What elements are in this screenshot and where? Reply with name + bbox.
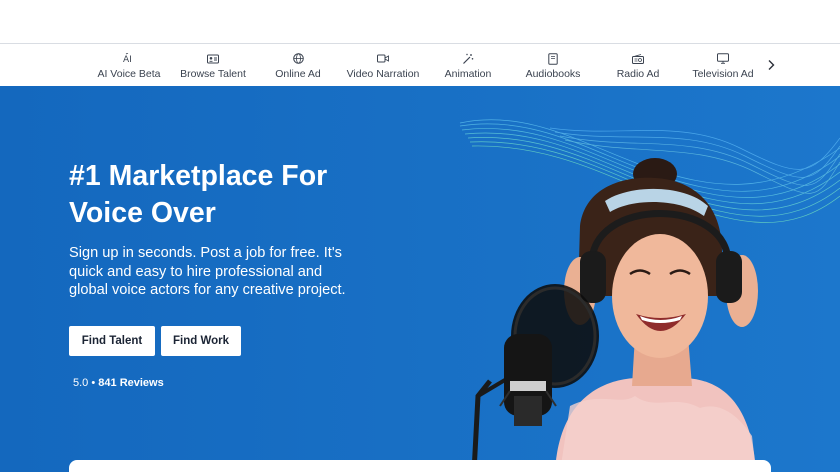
category-label: Animation	[444, 67, 492, 80]
svg-text:AI: AI	[123, 55, 132, 64]
category-animation[interactable]: Animation	[440, 44, 496, 86]
video-camera-icon	[377, 53, 389, 65]
category-label: AI Voice Beta	[97, 67, 161, 80]
category-audiobooks[interactable]: Audiobooks	[522, 44, 584, 86]
category-nav: AI AI Voice Beta Browse Talent Online Ad…	[0, 44, 840, 86]
content-card	[69, 460, 771, 472]
category-label: Browse Talent	[180, 67, 246, 80]
find-talent-button[interactable]: Find Talent	[69, 326, 155, 356]
rating-summary: 5.0 • 841 Reviews	[73, 377, 164, 389]
category-label: Audiobooks	[525, 67, 581, 80]
top-header-bar	[0, 0, 840, 44]
category-label: Radio Ad	[616, 67, 660, 80]
rating-score: 5.0	[73, 377, 89, 389]
book-icon	[548, 52, 558, 65]
hero-title: #1 Marketplace For Voice Over	[69, 160, 328, 229]
category-video-narration[interactable]: Video Narration	[345, 44, 421, 86]
hero-section: #1 Marketplace For Voice Over Sign up in…	[0, 86, 840, 472]
magic-wand-icon	[462, 53, 474, 65]
ai-icon: AI	[123, 53, 135, 65]
id-card-icon	[207, 53, 219, 65]
voice-actor-photo	[471, 158, 758, 472]
rating-separator: •	[91, 377, 96, 389]
chevron-right-icon[interactable]	[762, 56, 780, 74]
rating-reviews-count: 841 Reviews	[98, 377, 164, 389]
category-online-ad[interactable]: Online Ad	[268, 44, 328, 86]
globe-icon	[292, 53, 304, 65]
category-radio-ad[interactable]: Radio Ad	[612, 44, 664, 86]
monitor-icon	[717, 53, 729, 65]
find-work-button[interactable]: Find Work	[161, 326, 241, 356]
category-television-ad[interactable]: Television Ad	[690, 44, 756, 86]
category-ai-voice[interactable]: AI AI Voice Beta	[96, 44, 162, 86]
category-label: Television Ad	[692, 67, 754, 80]
category-browse-talent[interactable]: Browse Talent	[178, 44, 248, 86]
category-label: Online Ad	[275, 67, 321, 80]
category-label: Video Narration	[346, 67, 420, 80]
hero-subtitle: Sign up in seconds. Post a job for free.…	[69, 245, 346, 299]
radio-icon	[632, 53, 644, 65]
